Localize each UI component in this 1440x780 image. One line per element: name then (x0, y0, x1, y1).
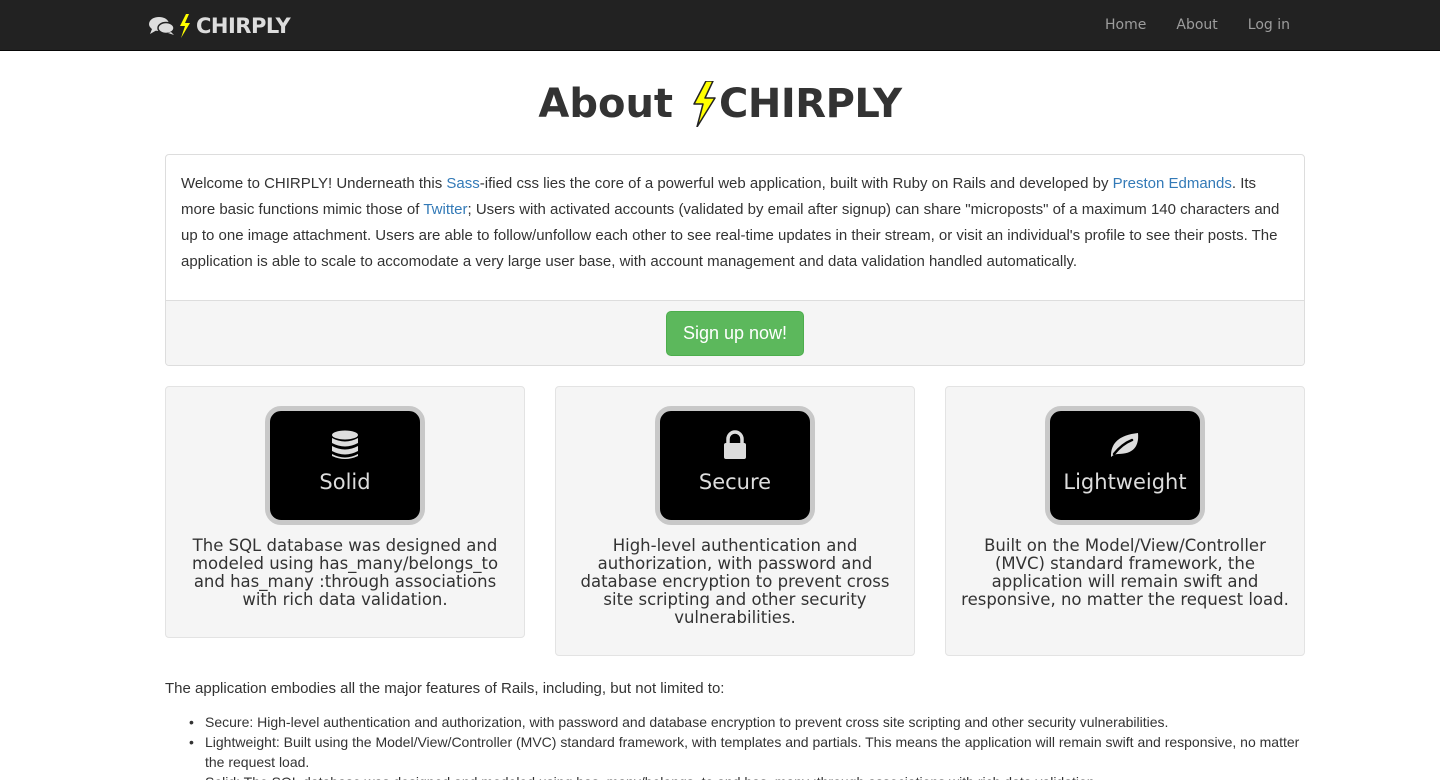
comments-icon (149, 17, 175, 35)
rails-features-list: Secure: High-level authentication and au… (189, 712, 1305, 780)
feature-description: Built on the Model/View/Controller (MVC)… (961, 536, 1289, 609)
feature-card-secure: Secure High-level authentication and aut… (555, 386, 915, 656)
rails-features-intro: The application embodies all the major f… (165, 680, 725, 697)
welcome-text-part: Welcome to CHIRPLY! Underneath this (181, 175, 447, 192)
feature-description: The SQL database was designed and modele… (191, 536, 499, 609)
brand-logo[interactable]: CHIRPLY (149, 13, 291, 39)
nav-home[interactable]: Home (1105, 17, 1146, 33)
feature-description: High-level authentication and authorizat… (580, 536, 890, 627)
list-item: Secure: High-level authentication and au… (189, 712, 1305, 732)
nav-about[interactable]: About (1176, 17, 1217, 33)
feature-label: Lightweight (1063, 470, 1187, 494)
navbar: CHIRPLY Home About Log in (0, 0, 1440, 51)
welcome-text-part: -ified css lies the core of a powerful w… (479, 175, 1113, 192)
nav-login[interactable]: Log in (1248, 17, 1290, 33)
brand-name: CHIRPLY (196, 14, 291, 38)
bolt-icon (180, 14, 190, 38)
leaf-icon (1110, 433, 1139, 457)
feature-label: Solid (319, 470, 371, 494)
bolt-icon (693, 81, 716, 127)
nav-links: Home About Log in (1105, 0, 1290, 50)
sass-link[interactable]: Sass (446, 175, 479, 192)
welcome-panel: Welcome to CHIRPLY! Underneath this Sass… (165, 154, 1305, 366)
welcome-panel-footer: Sign up now! (166, 300, 1304, 365)
author-link[interactable]: Preston Edmands (1113, 175, 1232, 192)
list-item: Lightweight: Built using the Model/View/… (189, 732, 1305, 772)
twitter-link[interactable]: Twitter (423, 201, 467, 218)
page-title-brand: CHIRPLY (719, 81, 902, 127)
welcome-text: Welcome to CHIRPLY! Underneath this Sass… (166, 155, 1304, 300)
feature-label: Secure (698, 470, 772, 494)
feature-card-solid: Solid The SQL database was designed and … (165, 386, 525, 638)
signup-button[interactable]: Sign up now! (665, 311, 805, 356)
database-icon (332, 430, 358, 459)
lock-icon (724, 430, 746, 459)
list-item: Solid: The SQL database was designed and… (189, 772, 1305, 780)
page-title: About CHIRPLY (0, 78, 1440, 130)
feature-badge: Solid (265, 406, 425, 525)
page-title-prefix: About (538, 81, 674, 127)
feature-badge: Secure (655, 406, 815, 525)
feature-badge: Lightweight (1045, 406, 1205, 525)
feature-card-lightweight: Lightweight Built on the Model/View/Cont… (945, 386, 1305, 656)
